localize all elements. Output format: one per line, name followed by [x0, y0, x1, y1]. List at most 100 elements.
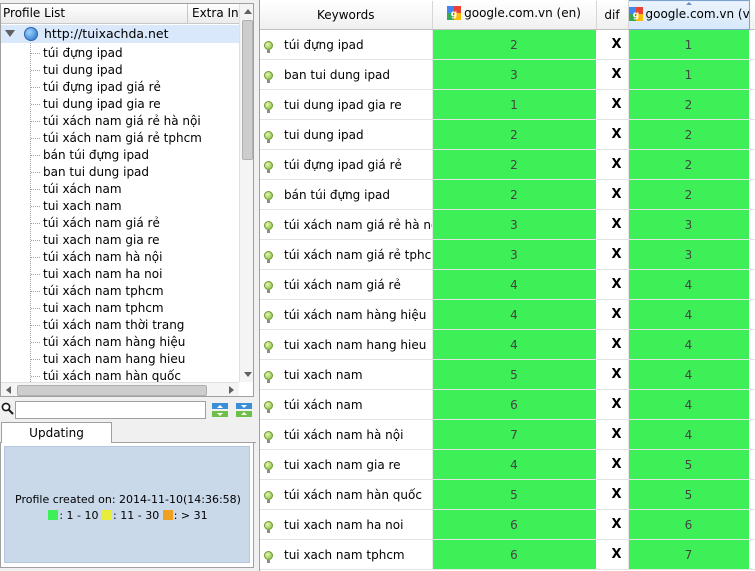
column-dif-vi[interactable]: dif [749, 0, 755, 30]
table-row[interactable]: bán túi đựng ipad2X2X [260, 179, 755, 210]
profile-tree[interactable]: Profile List Extra Info http://tuixachda… [0, 3, 254, 397]
tree-item[interactable]: tui xach nam hang hieu [1, 351, 239, 368]
scroll-right-icon[interactable] [224, 383, 239, 396]
legend-label: : 1 - 10 [59, 509, 99, 522]
keyword-text: túi xách nam giá rẻ [284, 277, 401, 292]
rank-cell-en: 4 [432, 449, 597, 480]
rank-cell-en: 7 [432, 419, 597, 450]
table-row[interactable]: túi xách nam giá rẻ tphcm3X3X [260, 239, 755, 270]
column-keywords[interactable]: Keywords [260, 0, 433, 30]
rank-cell-vi: 4 [628, 329, 750, 360]
rank-cell-vi: 2 [628, 119, 750, 150]
tree-horizontal-scrollbar[interactable] [1, 382, 239, 396]
tree-item[interactable]: túi xách nam tphcm [1, 283, 239, 300]
tree-item[interactable]: tui xach nam ha noi [1, 266, 239, 283]
collapse-all-icon[interactable] [235, 402, 253, 418]
expand-arrow-icon[interactable] [5, 30, 15, 37]
dif-cell-vi: X [749, 449, 755, 480]
tree-item[interactable]: túi xách nam giá rẻ hà nội [1, 113, 239, 130]
tree-vertical-scrollbar[interactable] [239, 4, 253, 382]
table-row[interactable]: tui xach nam tphcm6X7X [260, 539, 755, 570]
keyword-text: túi xách nam [284, 397, 363, 412]
tree-item[interactable]: túi xách nam hà nội [1, 249, 239, 266]
dif-cell-en: X [596, 239, 629, 270]
table-row[interactable]: túi xách nam6X4X [260, 389, 755, 420]
dif-cell-en: X [596, 509, 629, 540]
tree-item[interactable]: túi xách nam giá rẻ tphcm [1, 130, 239, 147]
tree-item[interactable]: túi đựng ipad [1, 45, 239, 62]
tree-item[interactable]: túi xách nam thời trang [1, 317, 239, 334]
dif-cell-vi: X [749, 299, 755, 330]
tree-item[interactable]: ban tui dung ipad [1, 164, 239, 181]
table-row[interactable]: túi xách nam giá rẻ hà nội3X3X [260, 209, 755, 240]
tree-item[interactable]: bán túi đựng ipad [1, 147, 239, 164]
table-row[interactable]: túi xách nam hà nội7X4X [260, 419, 755, 450]
column-google-vi[interactable]: g google.com.vn (vi) [627, 0, 750, 30]
scroll-thumb[interactable] [242, 20, 253, 160]
rank-cell-en: 2 [432, 179, 597, 210]
keyword-cell: túi xách nam giá rẻ [260, 269, 433, 300]
progress-info-box: Profile created on: 2014-11-10(14:36:58)… [4, 446, 250, 563]
tree-root-label: http://tuixachda.net [44, 26, 169, 41]
tree-item[interactable]: tui xach nam gia re [1, 232, 239, 249]
tree-item[interactable]: túi đựng ipad giá rẻ [1, 79, 239, 96]
table-row[interactable]: túi xách nam hàng hiệu4X4X [260, 299, 755, 330]
lightbulb-icon [264, 550, 273, 563]
search-icon[interactable] [1, 402, 14, 415]
tree-item[interactable]: túi xách nam giá rẻ [1, 215, 239, 232]
table-row[interactable]: túi đựng ipad2X1X [260, 29, 755, 60]
rank-cell-vi: 2 [628, 89, 750, 120]
scroll-left-icon[interactable] [1, 383, 16, 396]
keyword-cell: túi xách nam hà nội [260, 419, 433, 450]
tab-updating-progress[interactable]: Updating Progress [1, 422, 112, 460]
dif-cell-vi: X [749, 509, 755, 540]
dif-cell-en: X [596, 359, 629, 390]
tree-item[interactable]: túi xách nam hàng hiệu [1, 334, 239, 351]
tree-item[interactable]: tui dung ipad gia re [1, 96, 239, 113]
rank-cell-en: 6 [432, 539, 597, 570]
table-row[interactable]: túi xách nam giá rẻ4X4X [260, 269, 755, 300]
column-google-en[interactable]: g google.com.vn (en) [432, 0, 597, 30]
dif-cell-en: X [596, 149, 629, 180]
column-extra-info[interactable]: Extra Info [189, 4, 239, 24]
keyword-cell: túi xách nam giá rẻ tphcm [260, 239, 433, 270]
rank-cell-vi: 4 [628, 269, 750, 300]
lightbulb-icon [264, 520, 273, 533]
tree-item[interactable]: túi xách nam [1, 181, 239, 198]
legend-swatch [48, 510, 59, 520]
table-row[interactable]: tui dung ipad gia re1X2X [260, 89, 755, 120]
scroll-down-icon[interactable] [240, 367, 253, 382]
dif-cell-vi: X [749, 269, 755, 300]
column-dif-en[interactable]: dif [596, 0, 629, 30]
keyword-cell: tui xach nam hang hieu [260, 329, 433, 360]
lightbulb-icon [264, 340, 273, 353]
table-row[interactable]: ban tui dung ipad3X1X [260, 59, 755, 90]
table-row[interactable]: tui xach nam5X4X [260, 359, 755, 390]
search-input[interactable] [15, 401, 206, 419]
column-profile-list[interactable]: Profile List [1, 4, 188, 24]
tree-item[interactable]: tui dung ipad [1, 62, 239, 79]
tree-item[interactable]: tui xach nam [1, 198, 239, 215]
table-row[interactable]: tui dung ipad2X2X [260, 119, 755, 150]
table-row[interactable]: tui xach nam hang hieu4X4X [260, 329, 755, 360]
expand-all-icon[interactable] [211, 402, 229, 418]
legend-label: : > 31 [173, 509, 208, 522]
rank-cell-en: 1 [432, 89, 597, 120]
tree-item-list: túi đựng ipad tui dung ipad túi đựng ipad … [1, 45, 239, 385]
tree-item[interactable]: tui xach nam tphcm [1, 300, 239, 317]
tree-root-node[interactable]: http://tuixachda.net [1, 25, 239, 43]
table-row[interactable]: túi đựng ipad giá rẻ2X2X [260, 149, 755, 180]
rank-cell-en: 6 [432, 389, 597, 420]
keyword-cell: tui xach nam tphcm [260, 539, 433, 570]
table-row[interactable]: tui xach nam gia re4X5X [260, 449, 755, 480]
scroll-up-icon[interactable] [240, 4, 253, 19]
keyword-cell: ban tui dung ipad [260, 59, 433, 90]
rank-cell-en: 2 [432, 29, 597, 60]
dif-cell-en: X [596, 59, 629, 90]
table-row[interactable]: tui xach nam ha noi6X6X [260, 509, 755, 540]
column-google-vi-label: google.com.vn (vi) [645, 6, 749, 21]
table-row[interactable]: túi xách nam hàn quốc5X5X [260, 479, 755, 510]
rank-cell-en: 4 [432, 299, 597, 330]
scroll-thumb-horizontal[interactable] [17, 385, 207, 396]
rank-legend: : 1 - 10 : 11 - 30 : > 31 [5, 509, 251, 522]
